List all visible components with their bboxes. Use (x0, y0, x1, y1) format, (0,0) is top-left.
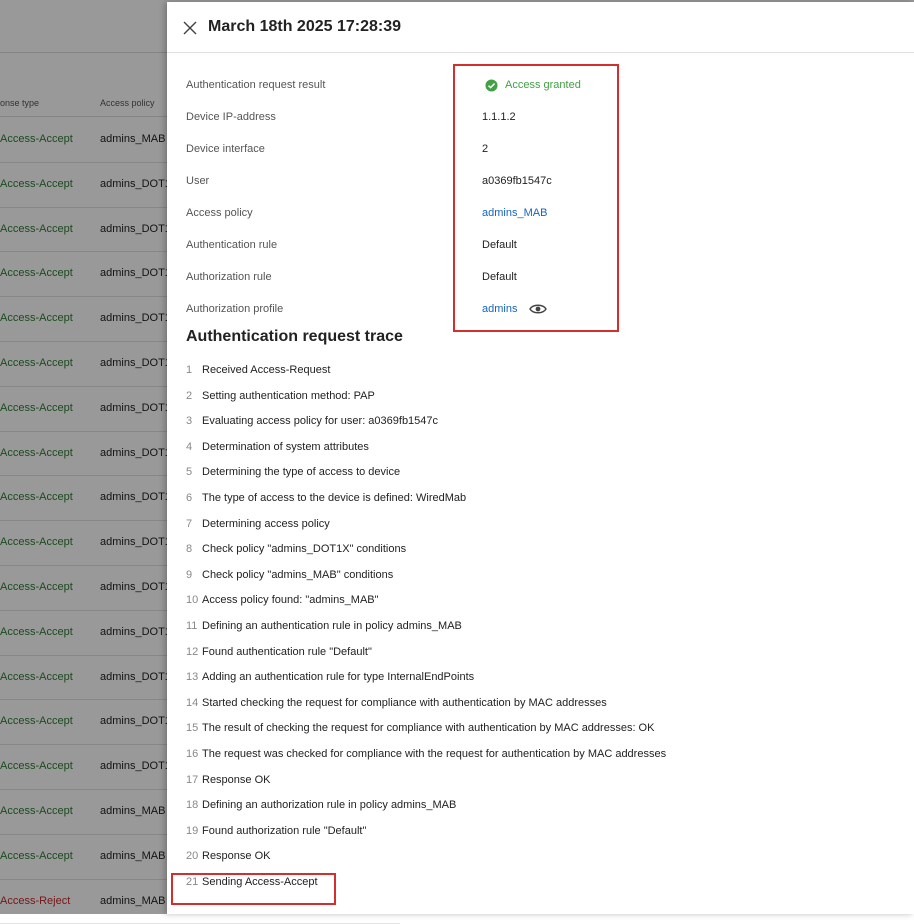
trace-step-number: 20 (186, 850, 199, 863)
trace-step-text: Adding an authentication rule for type I… (202, 671, 475, 684)
ip-label: Device IP-address (186, 111, 276, 123)
trace-step-number: 19 (186, 824, 199, 837)
result-label: Authentication request result (186, 79, 326, 91)
event-details-drawer: March 18th 2025 17:28:39 Authentication … (167, 2, 914, 914)
auth-rule-label: Authentication rule (186, 239, 278, 251)
trace-step-text: The type of access to the device is defi… (202, 492, 467, 504)
trace-step-number: 4 (186, 440, 193, 453)
trace-title: Authentication request trace (186, 328, 403, 345)
trace-step-number: 1 (186, 364, 193, 376)
trace-step-text: Received Access-Request (202, 364, 331, 376)
trace-step-number: 11 (186, 620, 198, 632)
trace-step-number: 7 (186, 517, 193, 530)
trace-step-text: Determining access policy (202, 517, 330, 530)
trace-step-number: 16 (186, 748, 199, 760)
trace-step-number: 9 (186, 568, 193, 581)
trace-step-number: 5 (186, 466, 193, 479)
trace-step-text: Check policy "admins_MAB" conditions (202, 568, 394, 581)
trace-step-number: 15 (186, 722, 199, 735)
highlight-box-last-step (171, 873, 336, 905)
trace-step-text: Started checking the request for complia… (202, 696, 607, 709)
trace-step-text: Access policy found: "admins_MAB" (202, 594, 379, 607)
profile-label: Authorization profile (186, 303, 284, 315)
trace-step-text: Response OK (202, 773, 271, 786)
trace-step-number: 12 (186, 645, 199, 658)
close-icon[interactable] (181, 19, 199, 37)
trace-step-text: Determining the type of access to device (202, 466, 401, 479)
trace-step-number: 18 (186, 799, 199, 812)
trace-step-text: The request was checked for compliance w… (202, 748, 667, 760)
trace-step-text: Defining an authorization rule in policy… (202, 799, 457, 812)
trace-step-number: 17 (186, 773, 199, 786)
trace-step-number: 10 (186, 594, 199, 607)
authz-rule-label: Authorization rule (186, 271, 272, 283)
trace-step-number: 8 (186, 543, 193, 556)
trace-step-number: 14 (186, 696, 199, 709)
trace-step-number: 3 (186, 415, 193, 428)
trace-step-text: Determination of system attributes (202, 440, 369, 453)
access-policy-label: Access policy (186, 207, 253, 219)
trace-step-number: 13 (186, 671, 199, 684)
trace-step-text: Check policy "admins_DOT1X" conditions (202, 543, 407, 556)
trace-step-number: 6 (186, 492, 193, 504)
user-label: User (186, 175, 210, 187)
trace-step-text: Evaluating access policy for user: a0369… (202, 415, 439, 428)
trace-step-text: Found authentication rule "Default" (202, 645, 372, 658)
highlight-box-summary (453, 64, 619, 332)
drawer-header: March 18th 2025 17:28:39 (167, 2, 914, 53)
trace-step-text: The result of checking the request for c… (202, 722, 655, 735)
trace-step-text: Found authorization rule "Default" (202, 824, 367, 837)
trace-step-number: 2 (186, 389, 193, 402)
interface-label: Device interface (186, 143, 265, 155)
trace-step-text: Defining an authentication rule in polic… (202, 620, 462, 632)
drawer-title: March 18th 2025 17:28:39 (208, 18, 401, 35)
trace-step-text: Setting authentication method: PAP (202, 389, 375, 402)
trace-step-text: Response OK (202, 850, 271, 863)
